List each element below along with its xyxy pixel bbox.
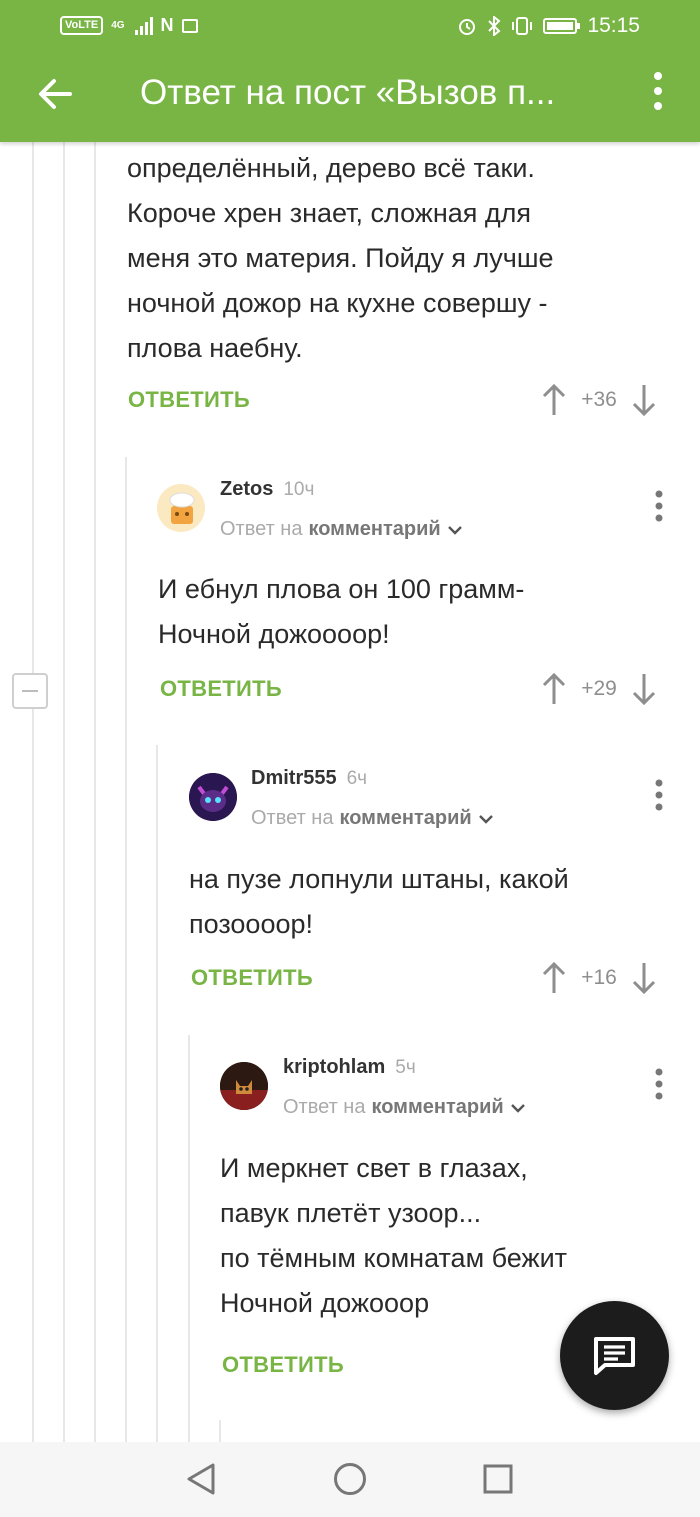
nav-recents-icon[interactable]: [482, 1462, 514, 1496]
comment-line: плова наебну.: [127, 333, 303, 363]
comment-line: на пузе лопнули штаны, какой: [189, 864, 569, 894]
reply-to-prefix: Ответ на: [251, 807, 334, 829]
reply-to[interactable]: Ответ на комментарий: [251, 807, 494, 830]
thread-line: [94, 142, 96, 1442]
comment-age: 5ч: [395, 1057, 416, 1078]
reply-button[interactable]: ОТВЕТИТЬ: [128, 387, 250, 413]
comment-line: И ебнул плова он 100 грамм-: [158, 574, 525, 604]
upvote-icon[interactable]: [540, 961, 568, 995]
chevron-down-icon: [447, 525, 462, 535]
more-vertical-icon[interactable]: [654, 490, 664, 522]
battery-icon: [543, 18, 581, 34]
thread-line: [32, 142, 34, 1442]
author-name[interactable]: Dmitr555: [251, 767, 337, 790]
vote-controls: +29: [540, 672, 658, 706]
author-name[interactable]: kriptohlam: [283, 1056, 385, 1079]
upvote-icon[interactable]: [540, 672, 568, 706]
network-type: 4G: [111, 20, 125, 31]
more-vertical-icon[interactable]: [654, 779, 664, 811]
upvote-icon[interactable]: [540, 383, 568, 417]
reply-to-prefix: Ответ на: [283, 1096, 366, 1118]
more-vertical-icon[interactable]: [654, 1068, 664, 1100]
message-icon: [181, 18, 198, 33]
comment-text: определённый, дерево всё таки. Короче хр…: [127, 146, 554, 371]
more-vertical-icon[interactable]: [646, 70, 670, 114]
comment-line: павук плетёт узоор...: [220, 1198, 482, 1228]
comment-text: на пузе лопнули штаны, какой позоооор!: [189, 857, 569, 947]
comment-line: ночной дожор на кухне совершу -: [127, 288, 548, 318]
reply-button[interactable]: ОТВЕТИТЬ: [222, 1352, 344, 1378]
thread-line: [156, 745, 158, 1445]
comment-age: 6ч: [346, 768, 368, 789]
clock: 15:15: [587, 14, 640, 37]
nfc-icon: N: [160, 15, 174, 35]
reply-to-prefix: Ответ на: [220, 518, 303, 540]
comment-line: по тёмным комнатам бежит: [220, 1243, 568, 1273]
system-nav-bar: [0, 1442, 700, 1517]
thread-line: [125, 457, 127, 1447]
comment-text: И меркнет свет в глазах, павук плетёт уз…: [220, 1146, 567, 1326]
avatar[interactable]: [220, 1062, 268, 1110]
avatar[interactable]: [189, 773, 237, 821]
comment-line: Короче хрен знает, сложная для: [127, 198, 532, 228]
comment-score: +16: [581, 966, 617, 989]
author-name[interactable]: Zetos: [220, 478, 273, 501]
comment-line: Ночной дожооор: [220, 1288, 430, 1318]
reply-to[interactable]: Ответ на комментарий: [220, 518, 463, 541]
reply-button[interactable]: ОТВЕТИТЬ: [160, 676, 282, 702]
thread-line: [188, 1035, 190, 1445]
reply-button[interactable]: ОТВЕТИТЬ: [191, 965, 313, 991]
comment-age: 10ч: [283, 479, 315, 500]
downvote-icon[interactable]: [630, 383, 658, 417]
bluetooth-icon: [488, 16, 501, 36]
reply-to-target: комментарий: [371, 1096, 504, 1118]
volte-badge: VoLTE: [60, 16, 104, 35]
nav-home-icon[interactable]: [333, 1462, 367, 1496]
new-comment-button[interactable]: [560, 1301, 669, 1410]
avatar[interactable]: [157, 484, 205, 532]
comment-line: И меркнет свет в глазах,: [220, 1153, 528, 1183]
thread-line: [63, 142, 65, 1442]
comment-score: +36: [581, 388, 617, 411]
status-bar: VoLTE 4G N 15:15: [0, 0, 700, 56]
vote-controls: +16: [540, 961, 658, 995]
comment-meta: kriptohlam 5ч: [283, 1056, 416, 1079]
comment-icon: [594, 1337, 635, 1375]
comment-meta: Zetos 10ч: [220, 478, 314, 501]
page-title: Ответ на пост «Вызов п...: [140, 73, 556, 112]
vibrate-icon: [512, 17, 533, 35]
app-bar: VoLTE 4G N 15:15 Ответ на пост «Вызов п.…: [0, 0, 700, 142]
comment-line: меня это материя. Пойду я лучше: [127, 243, 554, 273]
arrow-left-icon[interactable]: [34, 73, 76, 115]
comment-line: позоооор!: [189, 909, 313, 939]
comment-score: +29: [581, 677, 617, 700]
comment-line: Ночной дожоооор!: [158, 619, 390, 649]
chevron-down-icon: [478, 814, 493, 824]
downvote-icon[interactable]: [630, 961, 658, 995]
collapse-thread-button[interactable]: [12, 673, 48, 709]
reply-to-target: комментарий: [339, 807, 472, 829]
reply-to-target: комментарий: [308, 518, 441, 540]
signal-icon: [134, 16, 153, 35]
downvote-icon[interactable]: [630, 672, 658, 706]
toolbar: Ответ на пост «Вызов п...: [0, 56, 700, 142]
comment-text: И ебнул плова он 100 грамм- Ночной дожоо…: [158, 567, 524, 657]
alarm-icon: [459, 19, 476, 35]
nav-back-icon[interactable]: [185, 1462, 217, 1496]
comment-meta: Dmitr555 6ч: [251, 767, 367, 790]
reply-to[interactable]: Ответ на комментарий: [283, 1096, 526, 1119]
vote-controls: +36: [540, 383, 658, 417]
chevron-down-icon: [510, 1103, 525, 1113]
comment-line: определённый, дерево всё таки.: [127, 153, 535, 183]
